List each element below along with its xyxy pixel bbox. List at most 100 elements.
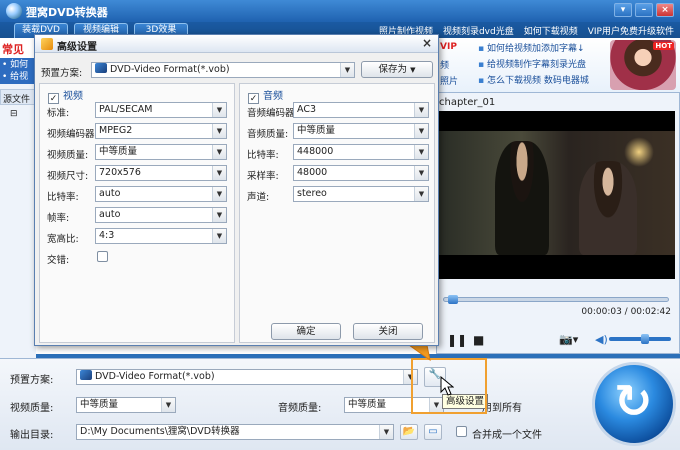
browse-folder-icon[interactable]: ▭: [424, 424, 442, 440]
video-enable-checkbox[interactable]: ✓: [48, 93, 59, 104]
title-bar: 狸窝DVD转换器 ▾ – ×: [0, 0, 680, 22]
audio-enable-checkbox[interactable]: ✓: [248, 93, 259, 104]
faq-heading: 常见: [0, 38, 36, 58]
chevron-down-icon: ▼: [340, 63, 354, 77]
stop-icon[interactable]: ■: [473, 333, 484, 347]
banner-link-2[interactable]: 给视频制作字幕刻录光盘: [478, 58, 589, 74]
app-title: 狸窝DVD转换器: [26, 6, 108, 19]
samplerate-value: 48000: [297, 167, 328, 178]
cancel-button[interactable]: 关闭: [353, 323, 423, 340]
dialog-audio-quality-value: 中等质量: [297, 125, 336, 136]
close-button[interactable]: ×: [656, 3, 674, 17]
volume-slider[interactable]: [609, 334, 671, 344]
dvd-format-icon: [95, 63, 107, 73]
field-label-channels: 声道:: [247, 192, 270, 203]
video-size-select[interactable]: 720x576 ▼: [95, 165, 227, 181]
video-encoder-select[interactable]: MPEG2 ▼: [95, 123, 227, 139]
convert-button[interactable]: [592, 362, 676, 446]
faq-link-1[interactable]: • 如何: [2, 59, 34, 71]
volume-icon[interactable]: ◀): [595, 333, 608, 346]
tree-expander[interactable]: ⊟: [0, 109, 36, 119]
channels-select[interactable]: stereo ▼: [293, 186, 429, 202]
open-folder-icon[interactable]: 📂: [400, 424, 418, 440]
scene-light: [624, 137, 654, 167]
chevron-down-icon: ▼: [410, 66, 416, 74]
audio-header-label: 音频: [263, 91, 283, 102]
banner-partial-2: 照片: [440, 77, 459, 87]
faq-link-2[interactable]: • 给视: [2, 71, 34, 83]
field-label-aspect: 宽高比:: [47, 234, 79, 245]
aspect-select[interactable]: 4:3 ▼: [95, 228, 227, 244]
source-file-header: 源文件: [0, 89, 36, 105]
link-download-video[interactable]: 如何下载视频: [524, 24, 578, 37]
volume-thumb[interactable]: [641, 334, 650, 344]
app-logo-icon: [6, 3, 22, 19]
banner-avatar[interactable]: HOT: [610, 40, 676, 90]
link-vip-upgrade[interactable]: VIP用户免费升级软件: [588, 24, 674, 37]
field-label-audio-quality: 音频质量:: [247, 129, 289, 140]
banner-partial-1: 频: [440, 61, 450, 71]
left-panel: 常见 • 如何 • 给视 源文件 ⊟: [0, 38, 36, 358]
dialog-video-quality-select[interactable]: 中等质量 ▼: [95, 144, 227, 160]
chevron-down-icon: ▼: [212, 187, 226, 201]
output-settings-panel: 预置方案: DVD-Video Format(*.vob) ▼ 🔧 视频质量: …: [0, 358, 680, 450]
video-size-value: 720x576: [99, 167, 141, 178]
video-frame[interactable]: [439, 111, 675, 279]
output-dir-select[interactable]: D:\My Documents\狸窝\DVD转换器 ▼: [76, 424, 394, 440]
banner-link-3[interactable]: 怎么下载视频 数码电器城: [478, 74, 589, 90]
field-label-video-bitrate: 比特率:: [47, 192, 79, 203]
audio-quality-value: 中等质量: [348, 399, 387, 410]
standard-select[interactable]: PAL/SECAM ▼: [95, 102, 227, 118]
video-quality-select[interactable]: 中等质量 ▼: [76, 397, 176, 413]
video-header[interactable]: ✓ 视频: [48, 87, 83, 104]
dvd-format-icon: [80, 370, 92, 380]
merge-label: 合并成一个文件: [472, 430, 542, 441]
framerate-value: auto: [99, 209, 121, 220]
dialog-preset-label: 预置方案:: [41, 68, 83, 79]
preset-select-value: DVD-Video Format(*.vob): [95, 371, 215, 382]
audio-panel: ✓ 音频: [239, 83, 435, 343]
field-label-samplerate: 采样率:: [247, 171, 279, 182]
window-controls: ▾ – ×: [614, 3, 674, 17]
samplerate-select[interactable]: 48000 ▼: [293, 165, 429, 181]
link-burn-dvd[interactable]: 视频刻录dvd光盘: [443, 24, 514, 37]
standard-value: PAL/SECAM: [99, 104, 153, 115]
chevron-down-icon: ▼: [379, 425, 393, 439]
video-bitrate-select[interactable]: auto ▼: [95, 186, 227, 202]
save-as-button[interactable]: 保存为 ▼: [361, 61, 433, 78]
dialog-close-icon[interactable]: ×: [422, 36, 432, 50]
time-readout: 00:00:03 / 00:02:42: [581, 307, 671, 317]
skin-icon[interactable]: ▾: [614, 3, 632, 17]
dialog-preset-value: DVD-Video Format(*.vob): [110, 64, 230, 75]
audio-bitrate-select[interactable]: 448000 ▼: [293, 144, 429, 160]
preset-select[interactable]: DVD-Video Format(*.vob) ▼: [76, 369, 418, 385]
dialog-preset-select[interactable]: DVD-Video Format(*.vob) ▼: [91, 62, 355, 78]
framerate-select[interactable]: auto ▼: [95, 207, 227, 223]
ok-button[interactable]: 确定: [271, 323, 341, 340]
audio-header[interactable]: ✓ 音频: [248, 87, 283, 104]
chevron-down-icon: ▼: [212, 145, 226, 159]
chapter-title: chapter_01: [439, 97, 496, 108]
preset-label: 预置方案:: [10, 375, 54, 386]
faq-links: • 如何 • 给视: [0, 58, 36, 84]
video-encoder-value: MPEG2: [99, 125, 133, 136]
save-as-label: 保存为: [378, 64, 408, 75]
chevron-down-icon: ▼: [414, 103, 428, 117]
audio-encoder-select[interactable]: AC3 ▼: [293, 102, 429, 118]
chevron-down-icon: ▼: [414, 166, 428, 180]
snapshot-camera-icon[interactable]: 📷▾: [559, 333, 578, 346]
dialog-audio-quality-select[interactable]: 中等质量 ▼: [293, 123, 429, 139]
scene-person-1: [495, 141, 549, 255]
minimize-button[interactable]: –: [635, 3, 653, 17]
audio-quality-label: 音频质量:: [278, 403, 322, 414]
video-scene: [439, 131, 675, 255]
channels-value: stereo: [297, 188, 327, 199]
banner-link-1[interactable]: 如何给视频加添加字幕↓: [478, 42, 589, 58]
audio-encoder-value: AC3: [297, 104, 317, 115]
interlace-checkbox[interactable]: [97, 251, 108, 262]
banner-links: 如何给视频加添加字幕↓ 给视频制作字幕刻录光盘 怎么下载视频 数码电器城: [478, 42, 589, 90]
field-label-video-encoder: 视频编码器:: [47, 129, 98, 140]
audio-bitrate-value: 448000: [297, 146, 334, 157]
merge-checkbox[interactable]: [456, 426, 467, 437]
seek-bar[interactable]: [443, 295, 669, 304]
